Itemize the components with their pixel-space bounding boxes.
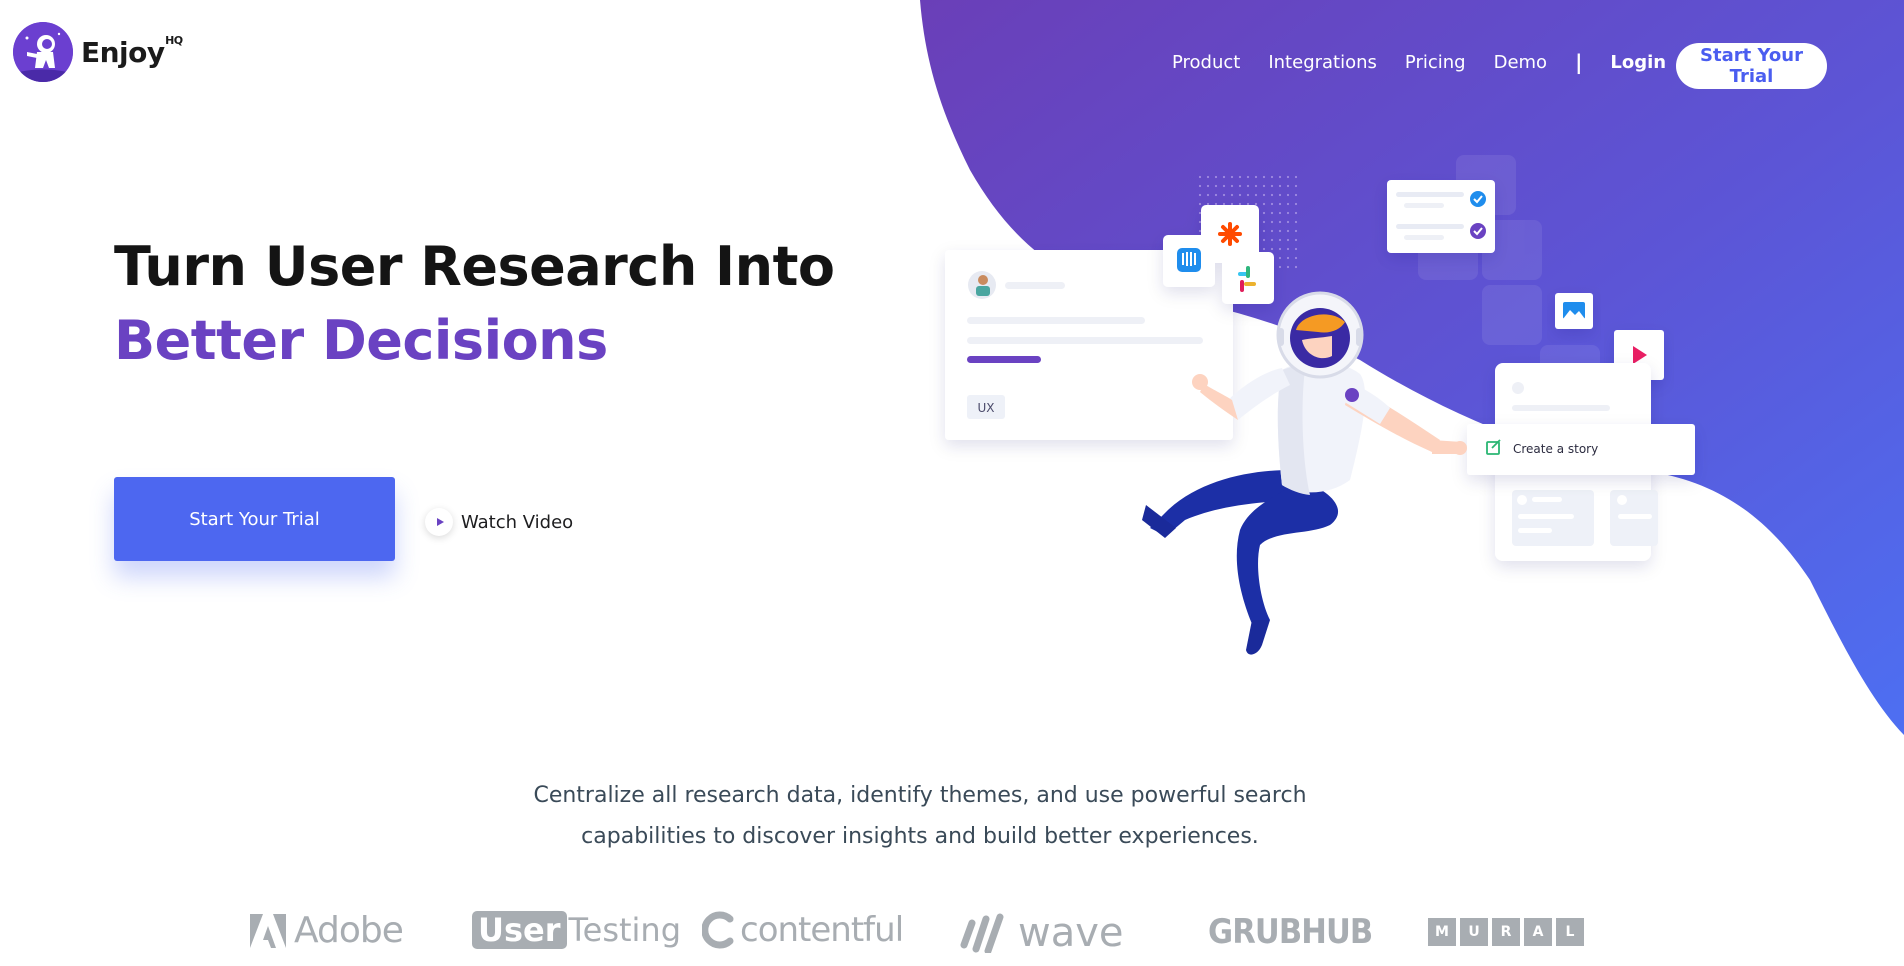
nav-item-product[interactable]: Product bbox=[1172, 52, 1240, 73]
brand-name: Enjoy HQ bbox=[81, 34, 183, 69]
wave-mark-icon bbox=[960, 913, 1004, 953]
wave-wordmark: wave bbox=[1018, 910, 1124, 956]
watch-video-link[interactable]: Watch Video bbox=[425, 508, 573, 536]
nav-separator: | bbox=[1575, 50, 1583, 74]
brand-name-text: Enjoy bbox=[81, 35, 165, 69]
astronaut-logo-icon bbox=[13, 22, 73, 82]
customer-logos: Adobe User Testing contentful wave GRUBH… bbox=[0, 910, 1904, 960]
usertesting-box: User bbox=[472, 911, 567, 949]
value-proposition-line1: Centralize all research data, identify t… bbox=[533, 783, 1307, 808]
grubhub-logo: GRUBHUB bbox=[1208, 912, 1373, 952]
login-link[interactable]: Login bbox=[1610, 52, 1666, 73]
hero-title-line2: Better Decisions bbox=[114, 309, 608, 372]
brand-suffix: HQ bbox=[165, 33, 183, 47]
nav-item-demo[interactable]: Demo bbox=[1494, 52, 1547, 73]
contentful-logo: contentful bbox=[702, 910, 904, 950]
contentful-wordmark: contentful bbox=[740, 910, 904, 950]
contentful-mark-icon bbox=[702, 911, 734, 949]
hero-start-trial-button[interactable]: Start Your Trial bbox=[114, 477, 395, 561]
main-nav: Product Integrations Pricing Demo | Logi… bbox=[1172, 50, 1708, 74]
usertesting-logo: User Testing bbox=[472, 911, 681, 949]
value-proposition-line2: capabilities to discover insights and bu… bbox=[581, 824, 1259, 849]
hero-title-line1: Turn User Research Into bbox=[114, 235, 835, 298]
mural-letter: U bbox=[1460, 918, 1488, 946]
hero-title: Turn User Research Into Better Decisions bbox=[114, 230, 835, 378]
mural-letter: M bbox=[1428, 918, 1456, 946]
adobe-wordmark: Adobe bbox=[294, 910, 404, 951]
nav-item-pricing[interactable]: Pricing bbox=[1405, 52, 1466, 73]
nav-item-integrations[interactable]: Integrations bbox=[1268, 52, 1377, 73]
value-proposition: Centralize all research data, identify t… bbox=[0, 775, 1840, 857]
mural-letter: A bbox=[1524, 918, 1552, 946]
wave-logo: wave bbox=[960, 910, 1124, 956]
brand-logo[interactable]: Enjoy HQ bbox=[13, 22, 183, 82]
mural-letter: L bbox=[1556, 918, 1584, 946]
nav-start-trial-button[interactable]: Start Your Trial bbox=[1676, 43, 1827, 89]
adobe-logo: Adobe bbox=[250, 910, 404, 951]
mural-logo: M U R A L bbox=[1428, 918, 1588, 946]
play-icon bbox=[425, 508, 453, 536]
watch-video-label: Watch Video bbox=[461, 511, 574, 533]
adobe-mark-icon bbox=[250, 913, 286, 948]
usertesting-wordmark: Testing bbox=[568, 911, 682, 949]
mural-letter: R bbox=[1492, 918, 1520, 946]
